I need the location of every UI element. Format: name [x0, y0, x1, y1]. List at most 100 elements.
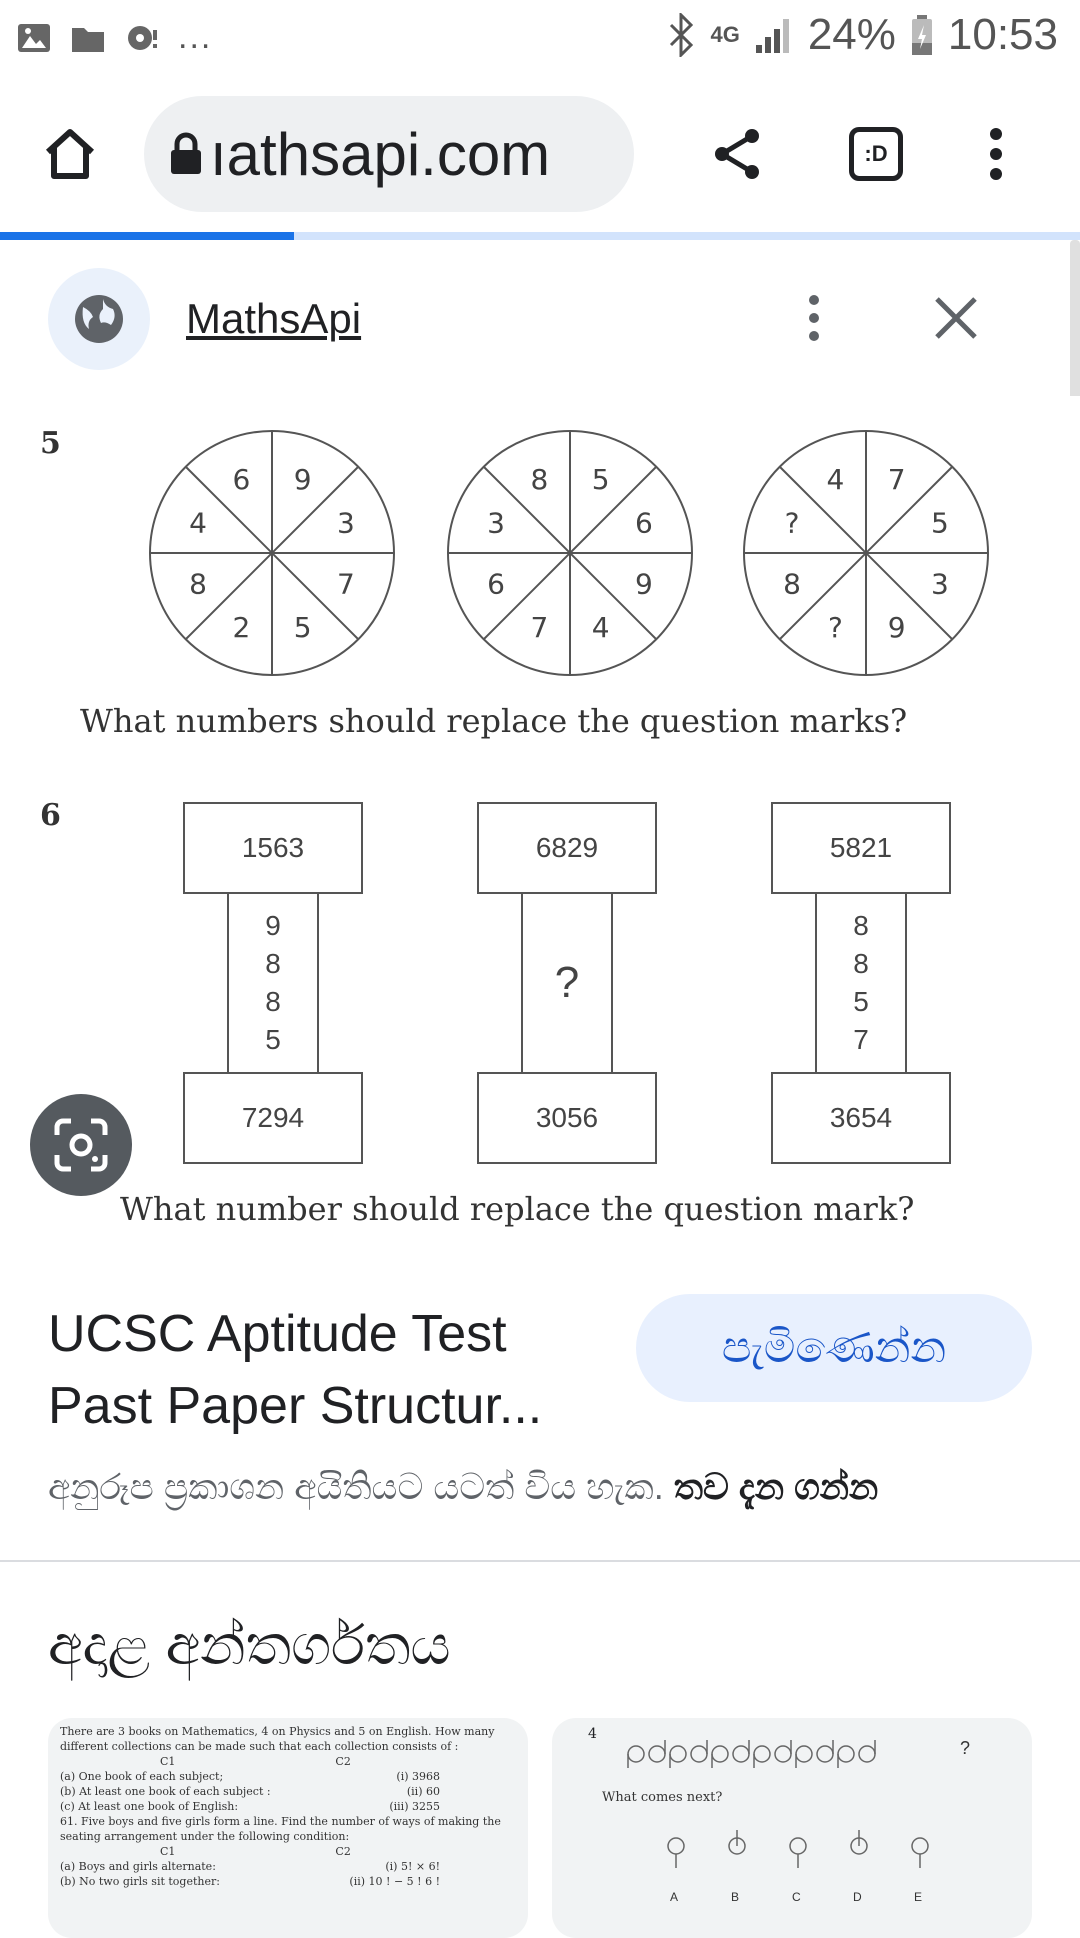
signal-icon	[755, 19, 789, 53]
sequence-symbol	[795, 1745, 813, 1768]
option-label: B	[731, 1890, 740, 1904]
visit-button[interactable]: පැමිණෙන්න	[636, 1294, 1032, 1402]
site-name-link[interactable]: MathsApi	[186, 295, 361, 343]
bluetooth-icon	[670, 13, 694, 57]
number-wheel: 56947638	[447, 430, 693, 676]
address-bar[interactable]: ıathsapi.com	[144, 96, 634, 212]
sequence-symbol	[627, 1745, 645, 1768]
home-button[interactable]	[22, 106, 118, 202]
page-load-progress	[0, 232, 1080, 240]
wheel-number: ?	[785, 506, 800, 539]
share-button[interactable]	[690, 106, 786, 202]
status-bar: ... 4G 24% 10:53	[0, 0, 1080, 76]
sequence-symbol	[690, 1740, 708, 1763]
wheel-number: 8	[783, 568, 801, 601]
copyright-notice: අනුරූප ප්‍රකාශන අයිතියට යටත් විය හැක. තව…	[48, 1466, 878, 1509]
sequence-symbol	[837, 1745, 855, 1768]
column-digit: 7	[853, 1024, 869, 1055]
column-top-box: 1563	[183, 802, 363, 894]
wheel-number: 6	[232, 463, 250, 496]
column-middle-box: ?	[521, 892, 613, 1074]
sync-icon	[128, 25, 157, 50]
learn-more-link[interactable]: තව දැන ගන්න	[674, 1466, 879, 1507]
option-label: C	[792, 1890, 801, 1904]
wheel-number: 5	[592, 463, 610, 496]
number-wheel: 75 39? 8? 4	[743, 430, 989, 676]
sequence-symbol	[648, 1740, 666, 1763]
browser-toolbar: ıathsapi.com :D	[0, 76, 1080, 234]
wheel-number: 7	[530, 611, 548, 644]
wheel-number: 4	[592, 611, 610, 644]
network-type: 4G	[710, 22, 740, 47]
notification-icons: ...	[16, 18, 212, 57]
related-card-1[interactable]: There are 3 books on Mathematics, 4 on P…	[48, 1718, 528, 1938]
column-digit: 8	[265, 948, 281, 979]
battery-icon	[911, 15, 932, 55]
battery-percent: 24%	[807, 10, 896, 59]
wheel-number: 9	[888, 611, 906, 644]
sequence-symbol	[732, 1740, 750, 1763]
option-symbol	[728, 1830, 746, 1855]
wheel-number: 5	[294, 611, 312, 644]
wheel-number: 3	[931, 568, 949, 601]
sequence-symbol	[816, 1740, 834, 1763]
sequence-symbol	[858, 1740, 876, 1763]
column-digit: 8	[265, 986, 281, 1017]
number-wheels: 93752846 56947638 7539?8?4	[149, 430, 989, 676]
question-text: What number should replace the question …	[120, 1190, 915, 1228]
wheel-number: 6	[487, 568, 505, 601]
tab-count: :D	[864, 141, 888, 166]
related-card-2[interactable]: 4 ? What comes next? ABCDE	[552, 1718, 1032, 1938]
column-middle-box: 9 8 8 5	[227, 892, 319, 1074]
column-bottom-box: 3056	[477, 1072, 657, 1164]
wheel-number: 5	[931, 506, 949, 539]
column-top-box: 6829	[477, 802, 657, 894]
wheel-number: 2	[232, 611, 250, 644]
wheel-number: 9	[635, 568, 653, 601]
folder-icon	[72, 27, 104, 52]
wheel-number: 8	[189, 568, 207, 601]
wheel-number: 6	[635, 506, 653, 539]
tab-switcher-button[interactable]: :D	[828, 106, 924, 202]
share-icon	[715, 129, 759, 179]
option-label: D	[853, 1890, 862, 1904]
close-icon	[935, 297, 977, 339]
result-title[interactable]: UCSC Aptitude Test Past Paper Structur..…	[48, 1298, 608, 1442]
option-symbol	[911, 1837, 929, 1868]
divider	[0, 1560, 1080, 1562]
more-vert-icon	[990, 128, 1002, 180]
column-bottom-box: 3654	[771, 1072, 951, 1164]
wheel-number: 9	[294, 463, 312, 496]
option-symbol	[789, 1837, 807, 1868]
globe-icon	[75, 295, 123, 343]
wheel-number: 7	[337, 568, 355, 601]
site-favicon	[48, 268, 150, 370]
column-middle-box: 8 8 5 7	[815, 892, 907, 1074]
related-content-heading: අදාළ අන්තර්ගතය	[48, 1613, 451, 1676]
option-label: A	[670, 1890, 679, 1904]
column-top-box: 5821	[771, 802, 951, 894]
sequence-symbol	[711, 1745, 729, 1768]
sequence-symbol	[753, 1745, 771, 1768]
close-button[interactable]	[908, 270, 1004, 366]
sequence-symbol	[774, 1740, 792, 1763]
column-digit: 5	[265, 1024, 281, 1055]
column-digit: 8	[853, 910, 869, 941]
copyright-text: අනුරූප ප්‍රකාශන අයිතියට යටත් විය හැක.	[48, 1466, 664, 1507]
wheel-number: 8	[530, 463, 548, 496]
google-lens-button[interactable]	[30, 1094, 132, 1196]
lock-icon	[171, 132, 201, 174]
image-options-button[interactable]	[766, 270, 862, 366]
question-text: What numbers should replace the question…	[80, 702, 908, 740]
more-notifications: ...	[178, 18, 213, 56]
clock: 10:53	[947, 10, 1058, 59]
wheel-number: 7	[888, 463, 906, 496]
more-vert-icon	[809, 295, 819, 341]
column-digit: 9	[265, 910, 281, 941]
column-digit: 5	[853, 986, 869, 1017]
option-symbol	[667, 1837, 685, 1868]
sequence-symbol	[669, 1745, 687, 1768]
wheel-number: 4	[189, 506, 207, 539]
browser-menu-button[interactable]	[948, 106, 1044, 202]
system-indicators: 4G 24% 10:53	[666, 10, 1058, 60]
